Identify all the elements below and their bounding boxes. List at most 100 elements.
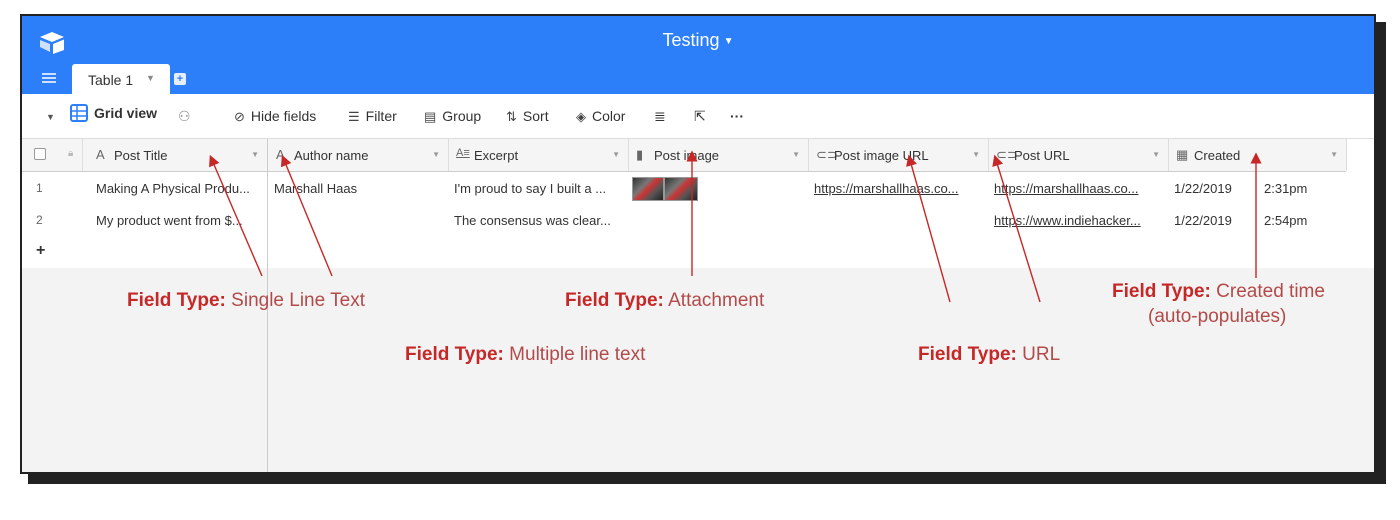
attachment-thumbnail[interactable] bbox=[632, 177, 664, 201]
color-button[interactable]: ◈ Color bbox=[576, 108, 625, 125]
top-bar: Testing ▼ Table 1 ▼ + bbox=[22, 16, 1374, 94]
color-label: Color bbox=[592, 108, 626, 124]
chevron-down-icon[interactable]: ▼ bbox=[612, 150, 620, 159]
annotation-attachment: Field Type: Attachment bbox=[565, 290, 764, 312]
annotation-label: Field Type: bbox=[405, 344, 504, 365]
sort-button[interactable]: ⇅ Sort bbox=[506, 108, 549, 125]
table-row[interactable]: 2 My product went from $... The consensu… bbox=[22, 204, 1346, 237]
column-name: Post image URL bbox=[834, 148, 929, 163]
collapse-sidebar-icon[interactable]: ▼ bbox=[46, 112, 55, 122]
annotation-created-note: (auto-populates) bbox=[1148, 306, 1286, 328]
annotation-text: Single Line Text bbox=[231, 290, 365, 311]
column-header-post-image-url[interactable]: ⊂⊃ Post image URL ▼ bbox=[808, 139, 989, 171]
annotation-created: Field Type: Created time bbox=[1112, 281, 1325, 303]
hamburger-menu-icon[interactable] bbox=[42, 72, 56, 84]
table-row[interactable]: 1 Making A Physical Produ... Marshall Ha… bbox=[22, 172, 1346, 205]
annotation-text: Attachment bbox=[668, 290, 765, 311]
sort-icon: ⇅ bbox=[506, 109, 517, 124]
select-all-checkbox[interactable] bbox=[34, 148, 46, 160]
base-title-text: Testing bbox=[662, 30, 720, 50]
view-name: Grid view bbox=[94, 105, 158, 121]
column-header-post-url[interactable]: ⊂⊃ Post URL ▼ bbox=[988, 139, 1169, 171]
cell-post-url[interactable]: https://www.indiehacker... bbox=[994, 213, 1164, 228]
annotation-text: Created time bbox=[1216, 281, 1325, 302]
more-options-icon[interactable]: ··· bbox=[730, 108, 744, 124]
column-name: Post URL bbox=[1014, 148, 1070, 163]
column-header-post-title[interactable]: A Post Title ▼ bbox=[82, 139, 268, 171]
long-text-icon: A≡ bbox=[456, 147, 470, 159]
text-field-icon: A bbox=[276, 147, 285, 162]
cell-created-time[interactable]: 2:31pm bbox=[1264, 181, 1307, 196]
annotation-label: Field Type: bbox=[127, 290, 226, 311]
text-field-icon: A bbox=[96, 147, 105, 162]
app-window: Testing ▼ Table 1 ▼ + ▼ Grid view ⚇ ⊘ Hide… bbox=[20, 14, 1376, 474]
column-name: Post image bbox=[654, 148, 720, 163]
grid-icon bbox=[70, 104, 88, 122]
cell-excerpt[interactable]: I'm proud to say I built a ... bbox=[454, 181, 624, 196]
cell-post-url[interactable]: https://marshallhaas.co... bbox=[994, 181, 1164, 196]
column-name: Created bbox=[1194, 148, 1241, 163]
add-row-icon: + bbox=[36, 242, 46, 259]
eye-slash-icon: ⊘ bbox=[234, 109, 245, 124]
filter-button[interactable]: ☰ Filter bbox=[348, 108, 397, 125]
sort-label: Sort bbox=[522, 108, 549, 124]
annotation-label: Field Type: bbox=[1112, 281, 1211, 302]
group-icon: ▤ bbox=[424, 109, 437, 124]
hide-fields-label: Hide fields bbox=[250, 108, 317, 124]
grid-view-switcher[interactable]: Grid view bbox=[70, 104, 157, 122]
annotation-multi-line: Field Type: Multiple line text bbox=[405, 344, 645, 366]
lock-icon: 🔒︎ bbox=[68, 148, 74, 159]
chevron-down-icon[interactable]: ▼ bbox=[792, 150, 800, 159]
base-title[interactable]: Testing ▼ bbox=[22, 30, 1374, 51]
cell-post-title[interactable]: Making A Physical Produ... bbox=[96, 181, 261, 196]
collaborators-icon[interactable]: ⚇ bbox=[178, 108, 191, 125]
column-name: Excerpt bbox=[474, 148, 519, 163]
cell-created-time[interactable]: 2:54pm bbox=[1264, 213, 1307, 228]
cell-created-date[interactable]: 1/22/2019 bbox=[1174, 181, 1232, 196]
chevron-down-icon[interactable]: ▼ bbox=[1152, 150, 1160, 159]
header-controls: 🔒︎ bbox=[22, 139, 83, 171]
chevron-down-icon[interactable]: ▼ bbox=[146, 73, 155, 83]
view-toolbar: ▼ Grid view ⚇ ⊘ Hide fields ☰ Filter ▤ Grou… bbox=[22, 94, 1374, 139]
group-label: Group bbox=[442, 108, 482, 124]
chevron-down-icon[interactable]: ▼ bbox=[432, 150, 440, 159]
annotation-text: (auto-populates) bbox=[1148, 306, 1287, 327]
share-view-icon[interactable]: ⇱ bbox=[694, 108, 706, 125]
annotation-label: Field Type: bbox=[565, 290, 664, 311]
column-header-post-image[interactable]: ▮ Post image ▼ bbox=[628, 139, 809, 171]
hide-fields-button[interactable]: ⊘ Hide fields bbox=[234, 108, 316, 125]
row-height-icon[interactable]: ≣ bbox=[654, 108, 666, 125]
attachment-icon: ▮ bbox=[636, 147, 644, 162]
chevron-down-icon[interactable]: ▼ bbox=[251, 150, 259, 159]
row-number: 2 bbox=[36, 213, 43, 227]
grid-header: 🔒︎ A Post Title ▼ A Author name ▼ A≡ Exc… bbox=[22, 139, 1347, 172]
group-button[interactable]: ▤ Group bbox=[424, 108, 481, 125]
annotation-label: Field Type: bbox=[918, 344, 1017, 365]
filter-icon: ☰ bbox=[348, 109, 360, 124]
column-header-author-name[interactable]: A Author name ▼ bbox=[268, 139, 449, 171]
cell-created-date[interactable]: 1/22/2019 bbox=[1174, 213, 1232, 228]
add-row-button[interactable]: + bbox=[22, 236, 1346, 269]
column-header-created[interactable]: ▦ Created ▼ bbox=[1168, 139, 1347, 171]
created-time-icon: ▦ bbox=[1176, 147, 1189, 162]
tab-label: Table 1 bbox=[88, 72, 134, 88]
row-number: 1 bbox=[36, 181, 43, 195]
tab-table-1[interactable]: Table 1 ▼ bbox=[72, 64, 170, 94]
annotation-single-line: Field Type: Single Line Text bbox=[127, 290, 365, 312]
column-name: Post Title bbox=[114, 148, 168, 163]
attachment-thumbnail[interactable] bbox=[664, 177, 698, 201]
cell-post-title[interactable]: My product went from $... bbox=[96, 213, 261, 228]
cell-author-name[interactable]: Marshall Haas bbox=[274, 181, 444, 196]
cell-post-image-url[interactable]: https://marshallhaas.co... bbox=[814, 181, 984, 196]
cell-excerpt[interactable]: The consensus was clear... bbox=[454, 213, 624, 228]
column-header-excerpt[interactable]: A≡ Excerpt ▼ bbox=[448, 139, 629, 171]
filter-label: Filter bbox=[365, 108, 397, 124]
annotation-text: URL bbox=[1022, 344, 1061, 365]
add-table-icon[interactable]: + bbox=[174, 73, 186, 85]
annotation-text: Multiple line text bbox=[509, 344, 646, 365]
chevron-down-icon: ▼ bbox=[723, 35, 734, 47]
chevron-down-icon[interactable]: ▼ bbox=[972, 150, 980, 159]
column-name: Author name bbox=[294, 148, 369, 163]
chevron-down-icon[interactable]: ▼ bbox=[1330, 150, 1338, 159]
annotation-url: Field Type: URL bbox=[918, 344, 1060, 366]
